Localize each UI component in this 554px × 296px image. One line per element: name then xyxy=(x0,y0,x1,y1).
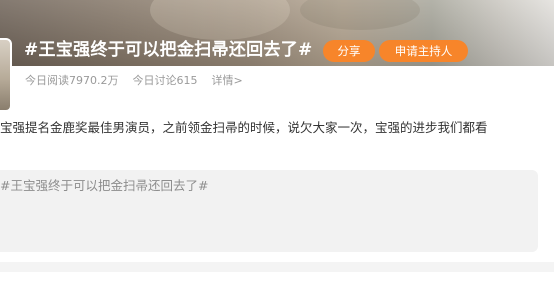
topic-description: 宝强提名金鹿奖最佳男演员，之前领金扫帚的时候，说欠大家一次，宝强的进步我们都看 xyxy=(0,120,488,135)
composer-text[interactable]: #王宝强终于可以把金扫帚还回去了# xyxy=(0,177,208,195)
topic-stats: 今日阅读7970.2万 今日讨论615 详情> xyxy=(25,72,257,90)
section-divider xyxy=(0,262,554,272)
discussion-count: 今日讨论615 xyxy=(132,74,198,87)
topic-title: #王宝强终于可以把金扫帚还回去了# xyxy=(24,40,313,60)
details-link[interactable]: 详情> xyxy=(212,74,243,87)
topic-avatar[interactable] xyxy=(0,38,12,112)
post-composer[interactable]: #王宝强终于可以把金扫帚还回去了# xyxy=(0,170,538,252)
share-button[interactable]: 分享 xyxy=(323,40,375,62)
read-count: 今日阅读7970.2万 xyxy=(25,74,119,87)
apply-host-button[interactable]: 申请主持人 xyxy=(379,40,468,62)
